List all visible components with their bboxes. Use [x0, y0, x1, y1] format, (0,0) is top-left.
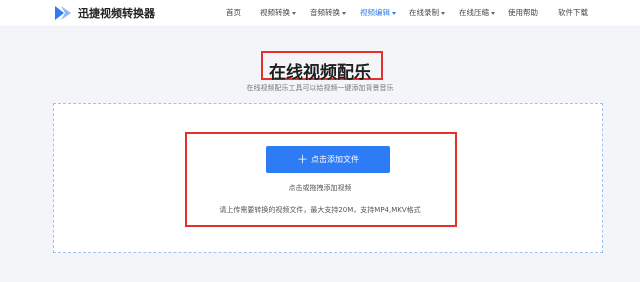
- nav-label: 在线录制: [409, 8, 439, 17]
- nav-label: 音频转换: [310, 8, 340, 17]
- nav-label: 在线压缩: [459, 8, 489, 17]
- nav-item-online-compress[interactable]: 在线压缩: [459, 7, 495, 19]
- nav-item-online-record[interactable]: 在线录制: [409, 7, 445, 19]
- top-header: 迅捷视频转换器 首页 视频转换 音频转换 视频编辑 在线录制 在线压缩 使用帮助…: [0, 0, 640, 27]
- page-subtitle: 在线视频配乐工具可以给视频一键添加背景音乐: [246, 84, 394, 92]
- nav-item-audio-convert[interactable]: 音频转换: [310, 7, 346, 19]
- plus-icon: ＋: [297, 153, 308, 166]
- nav-item-video-convert[interactable]: 视频转换: [260, 7, 296, 19]
- page-title: 在线视频配乐: [269, 63, 371, 83]
- nav-label: 首页: [226, 8, 241, 17]
- nav-item-download[interactable]: 软件下载: [558, 7, 588, 19]
- upload-requirements: 请上传需要转换的视频文件，最大支持20M，支持MP4,MKV格式: [219, 206, 421, 214]
- nav-label: 视频编辑: [360, 8, 390, 17]
- nav-label: 软件下载: [558, 8, 588, 17]
- add-file-label: 点击添加文件: [311, 155, 359, 164]
- nav-label: 视频转换: [260, 8, 290, 17]
- nav-label: 使用帮助: [508, 8, 538, 17]
- nav-item-help[interactable]: 使用帮助: [508, 7, 538, 19]
- nav-item-video-edit[interactable]: 视频编辑: [360, 7, 396, 19]
- chevron-down-icon: [441, 11, 445, 15]
- nav-item-home[interactable]: 首页: [226, 7, 241, 19]
- chevron-down-icon: [292, 11, 296, 15]
- chevron-down-icon: [342, 11, 346, 15]
- chevron-down-icon: [392, 11, 396, 15]
- chevron-down-icon: [491, 11, 495, 15]
- add-file-button[interactable]: ＋点击添加文件: [266, 146, 390, 173]
- main-nav: 首页 视频转换 音频转换 视频编辑 在线录制 在线压缩 使用帮助 软件下载: [0, 7, 640, 21]
- drag-hint: 点击或拖拽添加视频: [288, 184, 352, 192]
